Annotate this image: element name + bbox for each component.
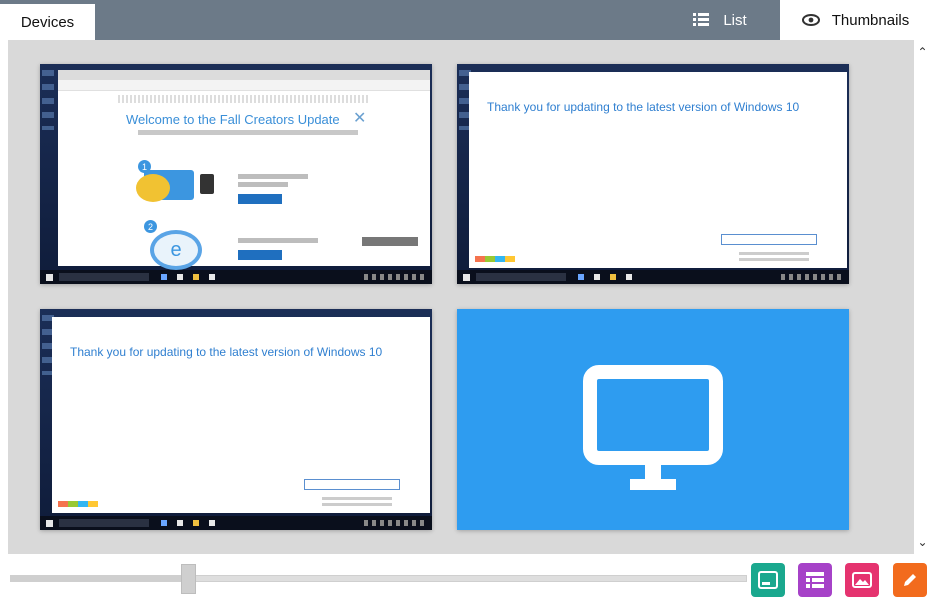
update-message: Thank you for updating to the latest ver…	[487, 100, 800, 114]
taskbar	[457, 270, 849, 284]
microsoft-logo	[58, 501, 98, 507]
device-thumbnail-placeholder[interactable]	[457, 309, 849, 530]
next-button	[721, 234, 817, 245]
browser-window: Welcome to the Fall Creators Update ✕ 1 …	[58, 70, 430, 270]
microsoft-logo	[475, 256, 515, 262]
list-icon	[693, 13, 710, 26]
update-message: Thank you for updating to the latest ver…	[70, 345, 383, 359]
tab-devices-label: Devices	[20, 13, 75, 31]
thumbnails-view-label: Thumbnails	[831, 11, 910, 29]
device-thumbnail[interactable]: Thank you for updating to the latest ver…	[40, 309, 432, 530]
get-started-button	[238, 194, 282, 204]
desktop-icons	[42, 70, 54, 130]
thumbnails-view-button[interactable]: Thumbnails	[780, 0, 931, 40]
chevron-up-icon[interactable]: ⌃	[914, 42, 931, 62]
zoom-slider[interactable]	[10, 575, 747, 582]
tab-devices[interactable]: Devices	[0, 4, 95, 40]
screenshot-button[interactable]	[845, 563, 879, 597]
phone-icon	[200, 174, 214, 194]
zoom-slider-fill	[11, 576, 188, 581]
welcome-title: Welcome to the Fall Creators Update	[126, 112, 340, 127]
step-two-illustration: e 2	[144, 220, 208, 272]
pencil-icon	[904, 574, 916, 586]
list-details-button[interactable]	[798, 563, 832, 597]
close-icon: ✕	[353, 110, 367, 127]
vertical-scrollbar[interactable]: ⌃ ⌄	[914, 40, 931, 554]
next-button	[304, 479, 400, 490]
device-thumbnail[interactable]: Welcome to the Fall Creators Update ✕ 1 …	[40, 64, 432, 284]
screen-button[interactable]	[751, 563, 785, 597]
list-view-label: List	[723, 11, 747, 29]
chevron-down-icon[interactable]: ⌄	[914, 532, 931, 552]
update-window: Thank you for updating to the latest ver…	[469, 72, 847, 268]
zoom-slider-handle[interactable]	[181, 564, 196, 594]
device-thumbnail[interactable]: Thank you for updating to the latest ver…	[457, 64, 849, 284]
monitor-icon	[583, 365, 723, 490]
image-icon	[852, 572, 872, 588]
screen-icon	[758, 571, 778, 589]
update-window: Thank you for updating to the latest ver…	[52, 317, 430, 513]
taskbar	[40, 516, 432, 530]
list-view-icon	[806, 572, 824, 588]
list-view-button[interactable]: List	[660, 0, 780, 40]
eye-icon	[801, 14, 820, 26]
taskbar	[40, 270, 432, 284]
edit-button[interactable]	[893, 563, 927, 597]
